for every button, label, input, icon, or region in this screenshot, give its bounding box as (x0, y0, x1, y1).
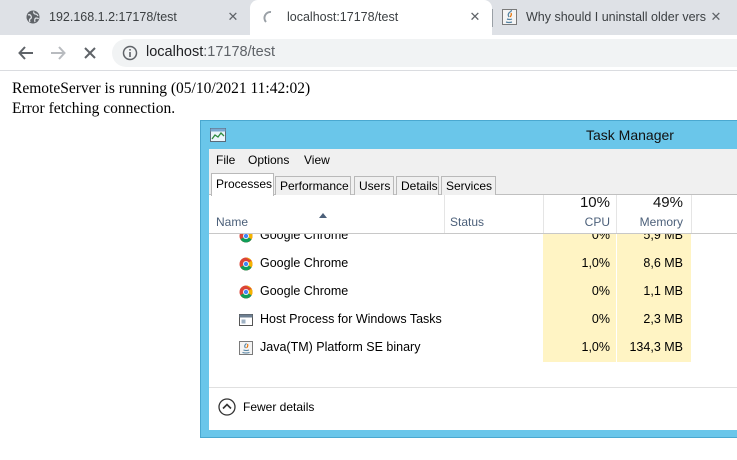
column-separator (691, 195, 692, 233)
browser-toolbar: localhost:17178/test (0, 35, 737, 71)
process-memory: 134,3 MB (629, 340, 683, 354)
stop-loading-button[interactable] (78, 41, 102, 65)
close-icon (84, 47, 96, 59)
forward-button[interactable] (46, 41, 70, 65)
task-manager-icon (210, 128, 226, 142)
tab-separator (492, 9, 493, 27)
table-row[interactable]: Host Process for Windows Tasks 0% 2,3 MB (209, 306, 737, 334)
table-row[interactable]: Google Chrome 1,0% 8,6 MB (209, 250, 737, 278)
chrome-icon (239, 257, 253, 271)
process-name: Google Chrome (260, 256, 349, 270)
column-name[interactable]: Name (216, 215, 248, 229)
address-host: localhost (146, 44, 204, 60)
chrome-icon (239, 234, 253, 243)
close-icon[interactable]: ✕ (709, 11, 723, 25)
table-row[interactable]: Google Chrome 0% 1,1 MB (209, 278, 737, 306)
task-manager-title: Task Manager (586, 127, 674, 143)
sort-ascending-icon (319, 213, 327, 218)
close-icon[interactable]: ✕ (226, 11, 240, 25)
address-path: :17178/test (203, 44, 275, 60)
back-button[interactable] (14, 41, 38, 65)
table-row[interactable]: Java(TM) Platform SE binary 1,0% 134,3 M… (209, 334, 737, 362)
cpu-total-percent: 10% (579, 194, 610, 211)
arrow-right-icon (51, 46, 66, 60)
page-error-line: Error fetching connection. (12, 100, 176, 117)
table-row[interactable]: Google Chrome 0% 5,9 MB (209, 234, 737, 250)
task-manager-window: Task Manager File Options View Processes… (200, 120, 737, 438)
process-memory: 1,1 MB (643, 284, 683, 298)
browser-tab-title: Why should I uninstall older versi (526, 10, 706, 24)
process-name: Google Chrome (260, 284, 349, 298)
process-cpu: 1,0% (581, 256, 611, 270)
tab-users[interactable]: Users (354, 176, 394, 195)
close-icon[interactable]: ✕ (468, 11, 482, 25)
browser-tab-strip: 192.168.1.2:17178/test ✕ localhost:17178… (0, 0, 737, 35)
process-name: Java(TM) Platform SE binary (260, 340, 421, 354)
process-memory: 8,6 MB (643, 256, 683, 270)
address-bar[interactable]: localhost:17178/test (112, 39, 737, 67)
arrow-left-icon (18, 46, 33, 60)
page-status-line: RemoteServer is running (05/10/2021 11:4… (12, 80, 311, 97)
tab-details[interactable]: Details (396, 176, 439, 195)
process-name: Host Process for Windows Tasks (260, 312, 442, 326)
chevron-up-circle-icon[interactable] (218, 398, 236, 416)
chrome-icon (239, 285, 253, 299)
process-cpu: 0% (591, 234, 610, 242)
menu-options[interactable]: Options (248, 153, 289, 167)
loading-spinner-icon (263, 11, 272, 23)
java-icon (239, 341, 253, 355)
process-memory: 2,3 MB (643, 312, 683, 326)
column-separator (444, 195, 445, 233)
browser-tab-2[interactable]: localhost:17178/test ✕ (250, 0, 492, 35)
address-url: localhost:17178/test (146, 44, 275, 60)
window-process-icon (239, 314, 253, 326)
tab-processes[interactable]: Processes (211, 173, 274, 196)
memory-total-percent: 49% (652, 194, 683, 211)
tab-services[interactable]: Services (441, 176, 496, 195)
menu-view[interactable]: View (304, 153, 330, 167)
task-manager-body: File Options View Processes Performance … (209, 149, 737, 430)
column-cpu[interactable]: CPU (543, 215, 610, 229)
process-cpu: 1,0% (581, 340, 611, 354)
tab-performance[interactable]: Performance (275, 176, 351, 195)
java-icon (502, 9, 517, 25)
process-memory: 5,9 MB (643, 234, 683, 242)
task-manager-menubar: File Options View (209, 149, 737, 170)
fewer-details-button[interactable]: Fewer details (243, 400, 314, 414)
browser-tab-title: localhost:17178/test (287, 10, 399, 24)
browser-tab-3[interactable]: Why should I uninstall older versi ✕ (492, 0, 737, 35)
column-memory[interactable]: Memory (617, 215, 683, 229)
info-icon (122, 45, 138, 61)
process-list: Google Chrome 0% 5,9 MB Google Chrome 1,… (209, 234, 737, 387)
column-status[interactable]: Status (450, 215, 484, 229)
process-name: Google Chrome (260, 234, 349, 242)
browser-tab-1[interactable]: 192.168.1.2:17178/test ✕ (8, 0, 250, 35)
process-cpu: 0% (591, 284, 610, 298)
process-cpu: 0% (591, 312, 610, 326)
task-manager-footer: Fewer details (209, 387, 737, 430)
globe-icon (26, 10, 40, 24)
menu-file[interactable]: File (216, 153, 235, 167)
browser-tab-title: 192.168.1.2:17178/test (49, 10, 177, 24)
task-manager-tabs: Processes Performance Users Details Serv… (209, 170, 737, 196)
